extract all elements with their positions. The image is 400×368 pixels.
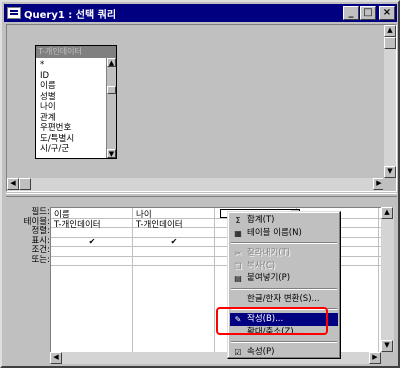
table-cell[interactable]: T-개인데이터 — [136, 218, 183, 230]
scroll-left-icon[interactable]: ◀ — [7, 178, 19, 190]
scroll-up-icon[interactable]: ▲ — [107, 58, 116, 67]
lower-vertical-scrollbar[interactable]: ▲ ▼ — [381, 207, 394, 352]
cut-icon: ✂ — [234, 249, 242, 258]
menu-item[interactable]: ☑ 속성(P) — [230, 346, 338, 359]
field-list-title[interactable]: T-개인데이터 — [36, 46, 116, 58]
menu-item-label: 테이블 이름(N) — [247, 227, 302, 238]
menu-item[interactable]: ❐ 복사(C) — [230, 260, 338, 273]
field-item[interactable]: 나이 — [40, 102, 74, 113]
properties-icon: ☑ — [234, 348, 242, 357]
menu-item[interactable]: ✂ 잘라내기(T) — [230, 247, 338, 260]
field-item[interactable]: 관계 — [40, 113, 74, 124]
grid-column[interactable] — [133, 208, 215, 353]
show-checkbox[interactable]: ✔ — [88, 237, 96, 246]
menu-item-label: 합계(T) — [247, 215, 275, 225]
scroll-thumb[interactable] — [384, 37, 396, 49]
title-bar[interactable]: Query1 : 선택 쿼리 _ □ × — [4, 4, 397, 22]
maximize-button[interactable]: □ — [360, 6, 376, 20]
query-icon — [7, 7, 21, 19]
sigma-icon: Σ — [235, 216, 241, 225]
menu-item-label: 복사(C) — [247, 260, 276, 271]
field-item[interactable]: 우편번호 — [40, 123, 74, 134]
window-title: Query1 : 선택 쿼리 — [24, 9, 117, 21]
field-item[interactable]: * — [40, 60, 74, 71]
scroll-thumb[interactable] — [107, 86, 116, 94]
highlight-box — [216, 307, 328, 335]
field-item[interactable]: 시/구/군 — [40, 144, 74, 155]
scroll-thumb[interactable] — [19, 178, 31, 190]
show-checkbox[interactable]: ✔ — [170, 237, 178, 246]
table-names-icon: ▦ — [234, 228, 242, 238]
menu-item[interactable]: 한글/한자 변환(S)... — [230, 293, 338, 306]
menu-separator — [231, 341, 337, 343]
scroll-corner — [383, 178, 396, 191]
menu-separator — [231, 287, 337, 290]
close-button[interactable]: × — [379, 6, 395, 20]
field-list: * ID 이름 성별 나이 관계 우편번호 도/특별시 시/구/군 — [40, 60, 74, 155]
menu-item-label: 속성(P) — [247, 347, 275, 357]
field-item[interactable]: 이름 — [40, 81, 74, 92]
query-window: Query1 : 선택 쿼리 _ □ × T-개인데이터 * ID 이름 성별 나이 관계… — [0, 0, 400, 368]
menu-item-label: 잘라내기(T) — [247, 248, 291, 258]
field-item[interactable]: ID — [40, 71, 74, 82]
field-list-scrollbar[interactable]: ▲ ▼ — [106, 58, 116, 158]
upper-vertical-scrollbar[interactable]: ▲ ▼ — [383, 25, 396, 178]
grid-column[interactable] — [51, 208, 133, 353]
scroll-right-icon[interactable]: ▶ — [369, 352, 381, 364]
field-item[interactable]: 도/특별시 — [40, 134, 74, 145]
scroll-left-icon[interactable]: ◀ — [50, 352, 62, 364]
table-cell[interactable]: T-개인데이터 — [54, 218, 101, 230]
scroll-up-icon[interactable]: ▲ — [381, 207, 393, 219]
table-pane[interactable]: T-개인데이터 * ID 이름 성별 나이 관계 우편번호 도/특별시 시/구/군 ▲ ▼ ▲ … — [6, 24, 397, 192]
field-item[interactable]: 성별 — [40, 92, 74, 103]
minimize-button[interactable]: _ — [343, 6, 359, 20]
upper-horizontal-scrollbar[interactable]: ◀ ▶ — [7, 178, 385, 191]
menu-item[interactable]: ▦ 테이블 이름(N) — [230, 227, 338, 240]
context-menu: Σ 합계(T) ▦ 테이블 이름(N) ✂ 잘라내기(T) ❐ 복사(C) ▤ 붙여넣기(P) 한글… — [227, 211, 341, 359]
pane-splitter[interactable] — [6, 193, 397, 197]
menu-separator — [231, 242, 337, 244]
row-label: 또는: — [31, 254, 50, 265]
menu-item-label: 붙여넣기(P) — [247, 273, 291, 283]
field-list-box[interactable]: T-개인데이터 * ID 이름 성별 나이 관계 우편번호 도/특별시 시/구/군 ▲ ▼ — [35, 45, 117, 159]
menu-item[interactable]: Σ 합계(T) — [230, 214, 338, 227]
row-labels: 필드: 테이블: 정렬: 표시: 조건: 또는: — [10, 207, 50, 265]
scroll-down-icon[interactable]: ▼ — [384, 166, 396, 178]
menu-item-label: 한글/한자 변환(S)... — [247, 293, 320, 304]
paste-icon: ▤ — [234, 274, 242, 283]
menu-item[interactable]: ▤ 붙여넣기(P) — [230, 272, 338, 285]
scroll-down-icon[interactable]: ▼ — [381, 340, 393, 352]
scroll-down-icon[interactable]: ▼ — [107, 149, 116, 158]
copy-icon: ❐ — [234, 261, 242, 271]
scroll-up-icon[interactable]: ▲ — [384, 25, 396, 37]
